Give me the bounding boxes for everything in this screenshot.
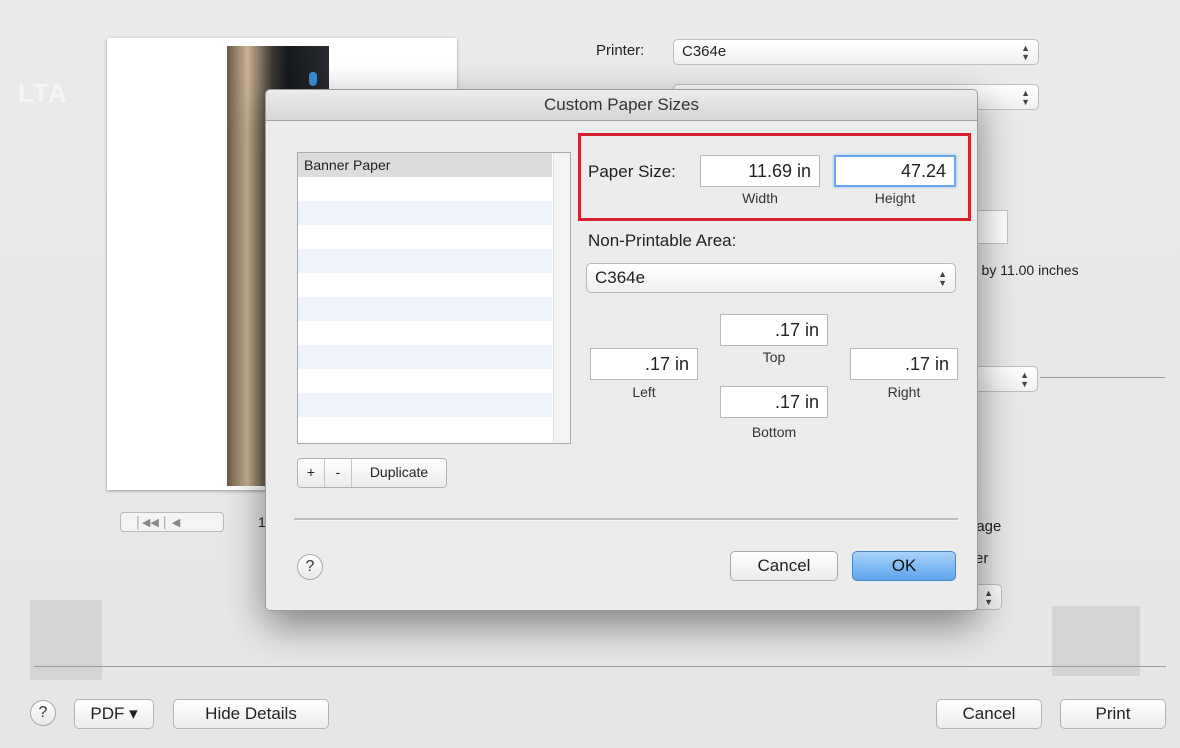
list-item[interactable]	[298, 273, 552, 297]
paper-size-description: ) by 11.00 inches	[973, 262, 1079, 278]
paper-height-field[interactable]: 47.24	[834, 155, 956, 187]
dialog-help-button[interactable]: ?	[297, 554, 323, 580]
margin-top-field[interactable]: .17 in	[720, 314, 828, 346]
list-item[interactable]: Banner Paper	[298, 153, 552, 177]
printer-label: Printer:	[596, 42, 645, 59]
margin-right-field[interactable]: .17 in	[850, 348, 958, 380]
list-item[interactable]	[298, 393, 552, 417]
height-caption: Height	[874, 190, 916, 206]
list-edit-controls: + - Duplicate	[297, 458, 447, 488]
select-arrows-icon: ▲ ▼	[938, 269, 947, 288]
faded-thumbnail	[30, 600, 102, 680]
print-button[interactable]: Print	[1060, 699, 1166, 729]
list-item[interactable]	[298, 417, 552, 441]
select-arrows-icon: ▲ ▼	[984, 588, 993, 607]
preview-pager[interactable]: │◀◀ │ ◀	[120, 512, 224, 532]
left-caption: Left	[632, 384, 656, 400]
add-paper-button[interactable]: +	[298, 459, 325, 487]
paper-size-list[interactable]: Banner Paper	[297, 152, 571, 444]
help-button[interactable]: ?	[30, 700, 56, 726]
remove-paper-button[interactable]: -	[325, 459, 352, 487]
list-item[interactable]	[298, 249, 552, 273]
printer-select-value: C364e	[682, 43, 727, 60]
list-item[interactable]	[298, 177, 552, 201]
select-arrows-icon: ▲ ▼	[1021, 43, 1030, 62]
list-item[interactable]	[298, 321, 552, 345]
dialog-cancel-button[interactable]: Cancel	[730, 551, 838, 581]
non-printable-printer-value: C364e	[595, 268, 646, 287]
list-item[interactable]	[298, 225, 552, 249]
margin-bottom-field[interactable]: .17 in	[720, 386, 828, 418]
top-caption: Top	[762, 349, 786, 365]
list-item[interactable]	[298, 201, 552, 225]
width-caption: Width	[742, 190, 778, 206]
list-item[interactable]	[298, 297, 552, 321]
dialog-title: Custom Paper Sizes	[266, 90, 977, 121]
list-item[interactable]	[298, 369, 552, 393]
list-scrollbar[interactable]	[553, 153, 570, 443]
paper-size-label: Paper Size:	[588, 162, 676, 181]
footer-divider	[34, 666, 1166, 667]
custom-paper-sizes-dialog: Custom Paper Sizes Banner Paper + - Dupl…	[265, 89, 978, 611]
non-printable-area-label: Non-Printable Area:	[588, 231, 737, 250]
list-item[interactable]	[298, 345, 552, 369]
background-logo: LTA	[18, 78, 68, 108]
cancel-print-button[interactable]: Cancel	[936, 699, 1042, 729]
bottom-caption: Bottom	[751, 424, 797, 440]
pdf-menu-button[interactable]: PDF ▾	[74, 699, 154, 729]
printer-select[interactable]: C364e ▲ ▼	[673, 39, 1039, 65]
hide-details-button[interactable]: Hide Details	[173, 699, 329, 729]
right-caption: Right	[887, 384, 921, 400]
duplicate-button[interactable]: Duplicate	[352, 459, 446, 487]
paper-width-field[interactable]: 11.69 in	[700, 155, 820, 187]
margin-left-field[interactable]: .17 in	[590, 348, 698, 380]
dialog-ok-button[interactable]: OK	[852, 551, 956, 581]
select-arrows-icon: ▲ ▼	[1020, 370, 1029, 389]
options-divider	[1040, 377, 1165, 378]
select-arrows-icon: ▲ ▼	[1021, 88, 1030, 107]
non-printable-printer-select[interactable]: C364e ▲ ▼	[586, 263, 956, 293]
preview-dot-icon	[309, 72, 317, 86]
dialog-divider	[294, 518, 958, 521]
